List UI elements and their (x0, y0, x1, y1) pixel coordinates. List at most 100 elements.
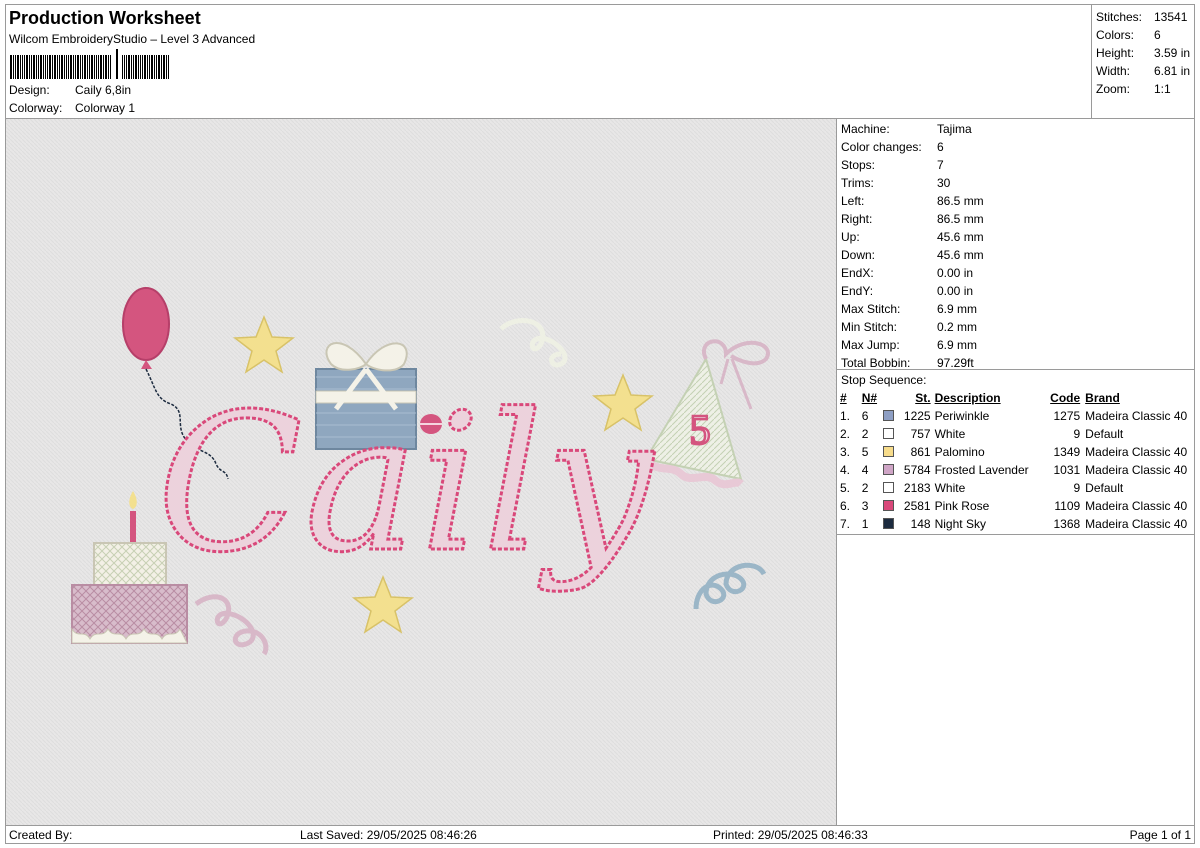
software-name: Wilcom EmbroideryStudio – Level 3 Advanc… (9, 32, 256, 46)
stitch-count: 1225 (903, 409, 931, 423)
barcode-bar (52, 55, 53, 79)
machine-info-row: Trims: 30 (841, 174, 1195, 192)
barcode-bar (17, 55, 19, 79)
barcode-bar (163, 55, 165, 79)
barcode-bar (161, 55, 162, 79)
color-swatch (883, 518, 895, 529)
machine-info-row: EndX: 0.00 in (841, 264, 1195, 282)
summary-label: Width: (1096, 64, 1131, 78)
machine-info-row: Min Stitch: 0.2 mm (841, 318, 1195, 336)
barcode-bar (156, 55, 157, 79)
stop-number: 2. (840, 427, 851, 441)
barcode-bar (61, 55, 63, 79)
needle-number: 2 (861, 481, 869, 495)
barcode-bar (98, 55, 99, 79)
machine-info-value: 86.5 mm (937, 212, 984, 226)
barcode-bar (147, 55, 148, 79)
barcode-bar (94, 55, 95, 79)
table-row: 2. 2 757 White 9 Default (840, 425, 1195, 443)
barcode-bar (131, 55, 132, 79)
color-swatch (883, 428, 895, 439)
machine-info-value: 0.00 in (937, 266, 974, 280)
machine-info-label: EndX: (841, 266, 874, 280)
embroidery-preview-image: 5 Caily (6, 119, 836, 825)
barcode-bar (151, 55, 153, 79)
barcode-bar (24, 55, 25, 79)
color-swatch-cell (877, 425, 901, 443)
barcode-bar (100, 55, 102, 79)
machine-info-label: Right: (841, 212, 873, 226)
thread-code: 1109 (1054, 499, 1081, 513)
machine-info-label: Up: (841, 230, 860, 244)
stop-number: 5. (840, 481, 851, 495)
barcode-bar (15, 55, 16, 79)
machine-info-row: Machine: Tajima (841, 120, 1195, 138)
barcode-bar (124, 55, 125, 79)
needle-number: 5 (861, 445, 869, 459)
stop-number: 1. (840, 409, 851, 423)
barcode-bar (29, 55, 30, 79)
design-label: Design: (9, 83, 50, 97)
barcode-bar (64, 55, 65, 79)
machine-info-label: Max Jump: (841, 338, 900, 352)
needle-number: 1 (861, 517, 869, 531)
thread-brand: Madeira Classic 40 (1085, 409, 1188, 423)
machine-info-value: 30 (937, 176, 951, 190)
thread-code: 9 (1073, 427, 1081, 441)
color-description: White (934, 427, 966, 441)
needle-number: 2 (861, 427, 869, 441)
worksheet-header: Production Worksheet Wilcom EmbroiderySt… (6, 5, 1091, 119)
machine-info: Machine: Tajima Color changes: 6 Stops: 7 Trim… (837, 119, 1195, 370)
summary-row: Width: 6.81 in (1096, 62, 1195, 80)
machine-info-label: Down: (841, 248, 876, 262)
design-row: Design: Caily 6,8in (9, 83, 131, 97)
color-swatch (883, 482, 895, 493)
table-row: 7. 1 148 Night Sky 1368 Madeira Classic 40 (840, 515, 1195, 533)
barcode-bar (91, 55, 93, 79)
page-number: Page 1 of 1 (1129, 828, 1191, 842)
thread-brand: Madeira Classic 40 (1085, 445, 1188, 459)
machine-info-label: Max Stitch: (841, 302, 901, 316)
thread-brand: Default (1085, 481, 1124, 495)
color-description: Pink Rose (934, 499, 990, 513)
stitch-count: 2581 (903, 499, 931, 513)
summary-label: Colors: (1096, 28, 1135, 42)
color-swatch (883, 446, 895, 457)
barcode-bar (45, 55, 46, 79)
barcode-bar (126, 55, 127, 79)
machine-info-row: Color changes: 6 (841, 138, 1195, 156)
table-row: 5. 2 2183 White 9 Default (840, 479, 1195, 497)
printed-date: Printed: 29/05/2025 08:46:33 (713, 828, 868, 842)
stop-number: 4. (840, 463, 851, 477)
thread-code: 1368 (1053, 517, 1081, 531)
barcode-bar (116, 49, 118, 79)
thread-brand: Madeira Classic 40 (1085, 499, 1188, 513)
barcode-bar (49, 55, 51, 79)
stop-number: 7. (840, 517, 851, 531)
summary-row: Stitches: 13541 (1096, 8, 1195, 26)
machine-info-value: 0.2 mm (937, 320, 978, 334)
barcode-bar (149, 55, 150, 79)
table-row: 4. 4 5784 Frosted Lavender 1031 Madeira Class… (840, 461, 1195, 479)
barcode-bar (138, 55, 139, 79)
machine-info-value: 97.29ft (937, 356, 974, 370)
machine-info-value: 6.9 mm (937, 338, 978, 352)
color-swatch-cell (877, 497, 901, 515)
color-swatch (883, 410, 895, 421)
machine-info-value: Tajima (937, 122, 972, 136)
barcode-bar (43, 55, 44, 79)
stitch-count: 5784 (903, 463, 931, 477)
name-text: Caily (157, 373, 655, 594)
summary-value: 6 (1154, 28, 1161, 42)
stop-sequence-caption: Stop Sequence: (841, 373, 927, 387)
design-preview: 5 Caily (6, 119, 837, 825)
color-swatch (883, 500, 895, 511)
table-row: 1. 6 1225 Periwinkle 1275 Madeira Classic 40 (840, 407, 1195, 425)
col-stitches-header: St. (915, 391, 931, 405)
summary-label: Zoom: (1096, 82, 1131, 96)
summary-row: Zoom: 1:1 (1096, 80, 1195, 98)
machine-info-value: 6.9 mm (937, 302, 978, 316)
barcode (10, 49, 170, 79)
machine-info-row: EndY: 0.00 in (841, 282, 1195, 300)
machine-info-row: Right: 86.5 mm (841, 210, 1195, 228)
